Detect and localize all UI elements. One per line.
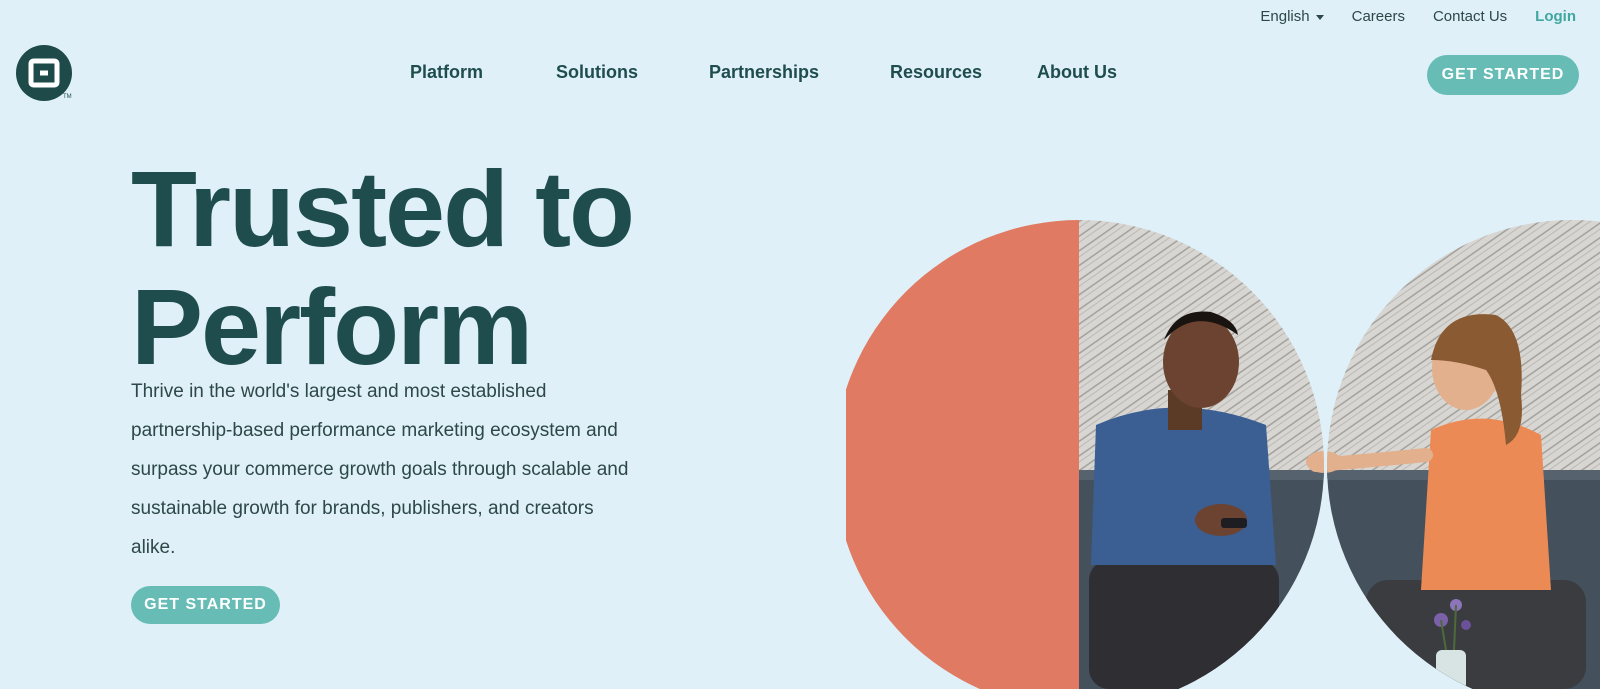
coral-half-circle: [846, 220, 1079, 689]
header-get-started-button[interactable]: GET STARTED: [1427, 55, 1579, 95]
login-link[interactable]: Login: [1535, 8, 1576, 25]
hero-get-started-button[interactable]: GET STARTED: [131, 586, 280, 624]
nav-item-resources[interactable]: Resources: [890, 62, 982, 83]
hero-description: Thrive in the world's largest and most e…: [131, 381, 629, 558]
hero-title: Trusted to Perform: [131, 150, 771, 386]
nav-item-partnerships[interactable]: Partnerships: [709, 62, 819, 83]
utility-nav: English Careers Contact Us Login: [1260, 8, 1576, 25]
hero-image: [846, 220, 1600, 689]
nav-item-platform[interactable]: Platform: [410, 62, 483, 83]
cj-logo-icon[interactable]: [16, 45, 72, 101]
nav-item-about-us[interactable]: About Us: [1037, 62, 1117, 83]
hero-title-line-1: Trusted to: [131, 148, 635, 269]
landing-page: English Careers Contact Us Login TM Plat…: [0, 0, 1600, 689]
contact-us-link[interactable]: Contact Us: [1433, 8, 1507, 25]
trademark-mark: TM: [63, 94, 72, 100]
language-selector[interactable]: English: [1260, 8, 1324, 25]
careers-link[interactable]: Careers: [1352, 8, 1405, 25]
chevron-down-icon: [1315, 14, 1324, 20]
nav-item-solutions[interactable]: Solutions: [556, 62, 638, 83]
hero-title-line-2: Perform: [131, 266, 533, 387]
language-label: English: [1260, 8, 1310, 25]
